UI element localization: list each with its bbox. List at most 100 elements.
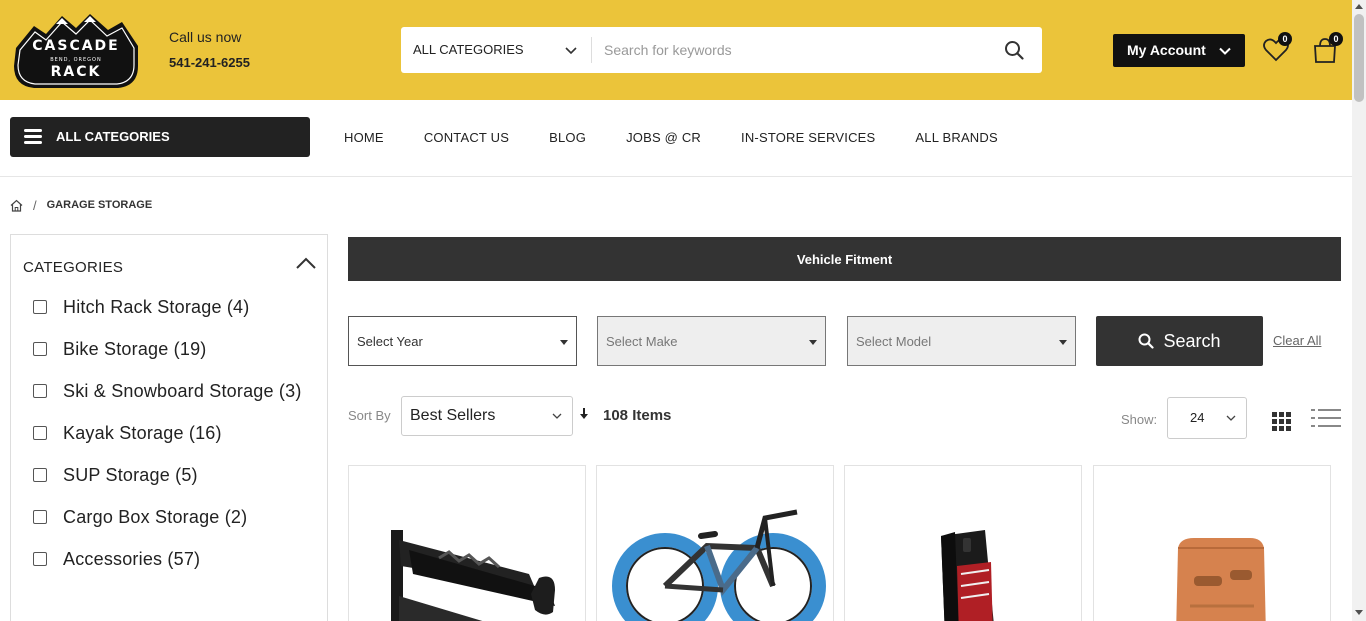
sort-value: Best Sellers [410, 407, 496, 424]
category-item[interactable]: Accessories (57) [33, 545, 303, 573]
search-icon [1138, 333, 1155, 349]
chevron-down-icon [552, 413, 562, 419]
category-checkbox[interactable] [33, 468, 47, 482]
category-label: Cargo Box Storage (2) [63, 507, 248, 527]
product-card[interactable] [844, 465, 1082, 621]
filter-title: CATEGORIES [23, 259, 124, 276]
nav-link-all-brands[interactable]: ALL BRANDS [915, 130, 997, 145]
site-logo[interactable]: CASCADE BEND, OREGON RACK [10, 10, 142, 90]
search-icon[interactable] [1004, 40, 1024, 60]
scrollbar-thumb[interactable] [1354, 14, 1364, 102]
search-category-value: ALL CATEGORIES [413, 42, 524, 57]
page-size-value: 24 [1190, 410, 1205, 425]
product-card[interactable] [348, 465, 586, 621]
wall-bike-hook-image [391, 530, 555, 621]
category-item[interactable]: SUP Storage (5) [33, 461, 303, 489]
chevron-down-icon [565, 47, 577, 55]
show-label: Show: [1121, 412, 1158, 427]
fat-tire-bike-image [612, 509, 826, 621]
select-year-dropdown[interactable]: Select Year [348, 316, 577, 366]
my-account-button[interactable]: My Account [1113, 34, 1245, 67]
vehicle-fitment-header: Vehicle Fitment [348, 237, 1341, 281]
nav-link-jobs[interactable]: JOBS @ CR [626, 130, 701, 145]
select-model-dropdown[interactable]: Select Model [847, 316, 1076, 366]
nav-link-blog[interactable]: BLOG [549, 130, 586, 145]
wishlist-count-badge: 0 [1278, 32, 1292, 46]
search-bar: ALL CATEGORIES [401, 27, 1042, 73]
hitch-storage-rack-image [941, 530, 994, 621]
category-label: Accessories (57) [63, 549, 201, 569]
nav-link-home[interactable]: HOME [344, 130, 384, 145]
category-checkbox[interactable] [33, 384, 47, 398]
main-nav: ALL CATEGORIES HOME CONTACT US BLOG JOBS… [0, 100, 1352, 177]
category-label: Bike Storage (19) [63, 339, 207, 359]
search-category-select[interactable]: ALL CATEGORIES [401, 27, 591, 73]
list-view-icon[interactable] [1311, 408, 1341, 428]
breadcrumb-current: GARAGE STORAGE [46, 199, 153, 211]
chevron-down-icon [1226, 415, 1236, 421]
sort-select[interactable]: Best Sellers [401, 396, 573, 436]
phone-number[interactable]: 541-241-6255 [169, 55, 250, 70]
select-make-value: Select Make [606, 334, 678, 349]
category-item[interactable]: Ski & Snowboard Storage (3) [33, 377, 303, 405]
category-item[interactable]: Kayak Storage (16) [33, 419, 303, 447]
sort-by-label: Sort By [348, 408, 391, 423]
select-year-value: Select Year [357, 334, 423, 349]
caret-down-icon [1059, 340, 1067, 345]
category-item[interactable]: Bike Storage (19) [33, 335, 303, 363]
caret-down-icon [809, 340, 817, 345]
scroll-down-arrow[interactable] [1355, 610, 1363, 615]
call-us: Call us now 541-241-6255 [169, 29, 250, 70]
cart-button[interactable]: 0 [1311, 32, 1343, 64]
logo-text-sub: BEND, OREGON [50, 57, 101, 63]
page: CASCADE BEND, OREGON RACK Call us now 54… [0, 0, 1366, 621]
breadcrumb-separator: / [33, 197, 37, 213]
all-categories-button[interactable]: ALL CATEGORIES [10, 117, 310, 157]
cart-count-badge: 0 [1329, 32, 1343, 46]
account-label: My Account [1127, 42, 1206, 58]
breadcrumb: / GARAGE STORAGE [10, 197, 152, 213]
page-size-select[interactable]: 24 [1167, 397, 1247, 439]
category-label: SUP Storage (5) [63, 465, 198, 485]
wishlist-button[interactable]: 0 [1262, 32, 1292, 64]
scroll-up-arrow[interactable] [1355, 4, 1363, 9]
logo-text-top: CASCADE [32, 38, 120, 54]
grid-view-icon[interactable] [1272, 412, 1291, 431]
caret-down-icon [560, 340, 568, 345]
items-count: 108 Items [603, 407, 672, 424]
select-model-value: Select Model [856, 334, 932, 349]
category-checkbox[interactable] [33, 510, 47, 524]
select-make-dropdown[interactable]: Select Make [597, 316, 826, 366]
nav-link-contact-us[interactable]: CONTACT US [424, 130, 509, 145]
category-list: Hitch Rack Storage (4) Bike Storage (19)… [33, 293, 303, 587]
category-label: Kayak Storage (16) [63, 423, 222, 443]
category-checkbox[interactable] [33, 426, 47, 440]
menu-icon [24, 129, 42, 145]
category-checkbox[interactable] [33, 552, 47, 566]
category-checkbox[interactable] [33, 300, 47, 314]
category-checkbox[interactable] [33, 342, 47, 356]
clear-all-link[interactable]: Clear All [1273, 333, 1321, 348]
nav-link-in-store-services[interactable]: IN-STORE SERVICES [741, 130, 875, 145]
category-label: Ski & Snowboard Storage (3) [63, 381, 302, 401]
product-card[interactable] [1093, 465, 1331, 621]
category-label: Hitch Rack Storage (4) [63, 297, 250, 317]
fitment-search-button[interactable]: Search [1096, 316, 1263, 366]
category-item[interactable]: Cargo Box Storage (2) [33, 503, 303, 531]
search-divider [591, 37, 592, 63]
category-item[interactable]: Hitch Rack Storage (4) [33, 293, 303, 321]
sort-direction-icon[interactable] [579, 407, 589, 421]
search-input[interactable] [593, 27, 993, 73]
nav-links: HOME CONTACT US BLOG JOBS @ CR IN-STORE … [344, 130, 998, 145]
all-categories-label: ALL CATEGORIES [56, 129, 170, 144]
logo-text-bottom: RACK [51, 64, 102, 80]
product-card[interactable] [596, 465, 834, 621]
header: CASCADE BEND, OREGON RACK Call us now 54… [0, 0, 1352, 100]
call-label: Call us now [169, 29, 242, 45]
category-filter-panel: CATEGORIES Hitch Rack Storage (4) Bike S… [10, 234, 328, 621]
fitment-search-label: Search [1163, 331, 1221, 351]
orange-storage-mount-image [1176, 538, 1266, 621]
home-icon[interactable] [10, 199, 23, 212]
chevron-down-icon [1219, 47, 1231, 55]
chevron-up-icon[interactable] [295, 255, 317, 271]
